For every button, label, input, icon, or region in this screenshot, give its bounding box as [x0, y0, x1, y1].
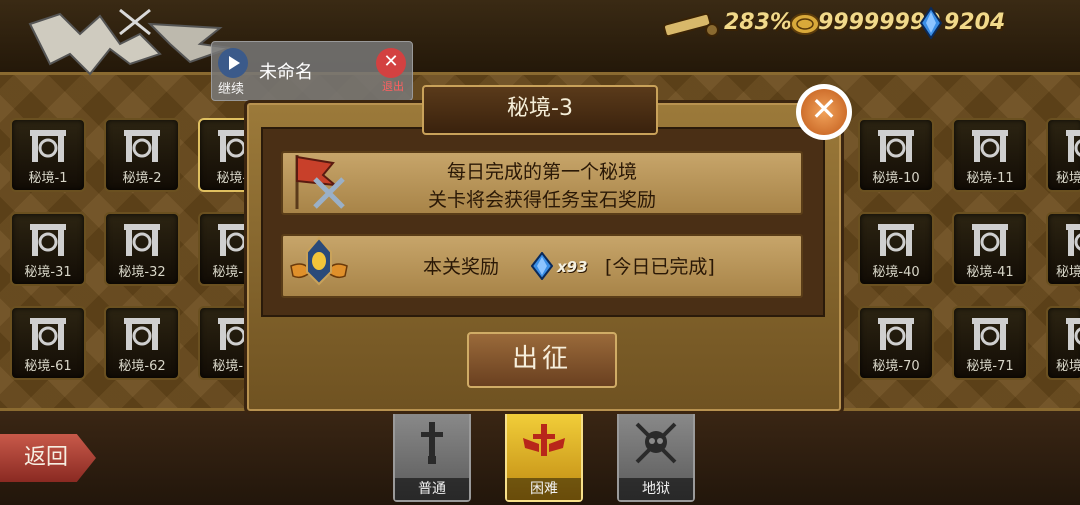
- stage-label: 秘境-71: [966, 359, 1014, 374]
- stage-label: 秘境-42: [1056, 265, 1080, 280]
- dialog-close-button[interactable]: ✕: [796, 84, 852, 140]
- overlay-name: 未命名: [259, 62, 313, 83]
- winged-emblem-icon: [290, 236, 348, 286]
- gate-icon: [972, 130, 1008, 162]
- gate-icon: [878, 130, 914, 162]
- sword-icon: [421, 422, 443, 464]
- stage-tile[interactable]: 秘境-31: [10, 212, 86, 286]
- gem-icon: [531, 252, 553, 280]
- gate-icon: [30, 224, 66, 256]
- stage-label: 秘境-61: [24, 359, 72, 374]
- back-button[interactable]: 返回: [0, 434, 96, 482]
- gate-icon: [30, 130, 66, 162]
- tab-label: 地狱: [619, 478, 693, 500]
- gems-value: 9204: [944, 10, 1006, 35]
- stage-tile[interactable]: 秘境-10: [858, 118, 934, 192]
- stage-label: 秘境-70: [872, 359, 920, 374]
- reward-label: 本关奖励: [423, 256, 500, 278]
- tab-label: 困难: [507, 478, 581, 500]
- stage-label: 秘境-1: [28, 171, 68, 186]
- info-line-2: 关卡将会获得任务宝石奖励: [427, 189, 656, 211]
- stage-label: 秘境-11: [966, 171, 1014, 186]
- tab-hell[interactable]: 地狱: [617, 410, 695, 502]
- gate-icon: [124, 224, 160, 256]
- coin-icon: [790, 13, 820, 35]
- tab-label: 普通: [395, 478, 469, 500]
- stage-label: 秘境-32: [118, 265, 166, 280]
- stage-tile[interactable]: 秘境-12: [1046, 118, 1080, 192]
- stage-tile[interactable]: 秘境-32: [104, 212, 180, 286]
- stage-tile[interactable]: 秘境-41: [952, 212, 1028, 286]
- stage-label: 秘境-2: [122, 171, 162, 186]
- stage-tile[interactable]: 秘境-62: [104, 306, 180, 380]
- stage-label: 秘境-72: [1056, 359, 1080, 374]
- go-button[interactable]: 出征: [467, 332, 617, 388]
- info-line-1: 每日完成的第一个秘境: [446, 161, 637, 183]
- gate-icon: [972, 318, 1008, 350]
- stage-tile[interactable]: 秘境-42: [1046, 212, 1080, 286]
- telescope-icon: [663, 12, 719, 38]
- stage-label: 秘境-12: [1056, 171, 1080, 186]
- tab-hard[interactable]: 困难: [505, 410, 583, 502]
- tab-normal[interactable]: 普通: [393, 410, 471, 502]
- stage-label: 秘境-40: [872, 265, 920, 280]
- stage-label: 秘境-41: [966, 265, 1014, 280]
- reward-quantity: x93: [557, 258, 588, 276]
- stage-tile[interactable]: 秘境-11: [952, 118, 1028, 192]
- dragon-logo: [28, 8, 231, 76]
- gate-icon: [30, 318, 66, 350]
- dialog-title: 秘境-3: [422, 85, 658, 135]
- play-triangle-icon: [229, 56, 240, 70]
- reward-row: 本关奖励 x93 [今日已完成]: [281, 234, 803, 298]
- continue-label[interactable]: 继续: [218, 78, 244, 97]
- gate-icon: [124, 130, 160, 162]
- stage-label: 秘境-31: [24, 265, 72, 280]
- stamina-value: 283%: [724, 10, 792, 35]
- overlay-close-button[interactable]: ✕: [376, 48, 406, 78]
- stage-label: 秘境-10: [872, 171, 920, 186]
- gate-icon: [878, 318, 914, 350]
- recording-overlay: 继续 未命名 ✕ 退出: [211, 41, 413, 101]
- skull-crossed-swords-icon: [635, 422, 677, 464]
- gate-icon: [972, 224, 1008, 256]
- stage-tile[interactable]: 秘境-40: [858, 212, 934, 286]
- info-row: 每日完成的第一个秘境 关卡将会获得任务宝石奖励: [281, 151, 803, 215]
- reward-status: [今日已完成]: [605, 256, 715, 278]
- winged-sword-icon: [523, 424, 565, 456]
- stage-tile[interactable]: 秘境-2: [104, 118, 180, 192]
- close-icon: ✕: [810, 90, 838, 128]
- gate-icon: [1066, 130, 1080, 162]
- stage-label: 秘境-62: [118, 359, 166, 374]
- gate-icon: [1066, 318, 1080, 350]
- overlay-exit-label[interactable]: 退出: [382, 78, 404, 94]
- gate-icon: [1066, 224, 1080, 256]
- stage-tile[interactable]: 秘境-61: [10, 306, 86, 380]
- stage-tile[interactable]: 秘境-72: [1046, 306, 1080, 380]
- gem-icon: [920, 7, 942, 39]
- stage-tile[interactable]: 秘境-71: [952, 306, 1028, 380]
- stage-tile[interactable]: 秘境-1: [10, 118, 86, 192]
- gate-icon: [878, 224, 914, 256]
- gate-icon: [124, 318, 160, 350]
- stage-tile[interactable]: 秘境-70: [858, 306, 934, 380]
